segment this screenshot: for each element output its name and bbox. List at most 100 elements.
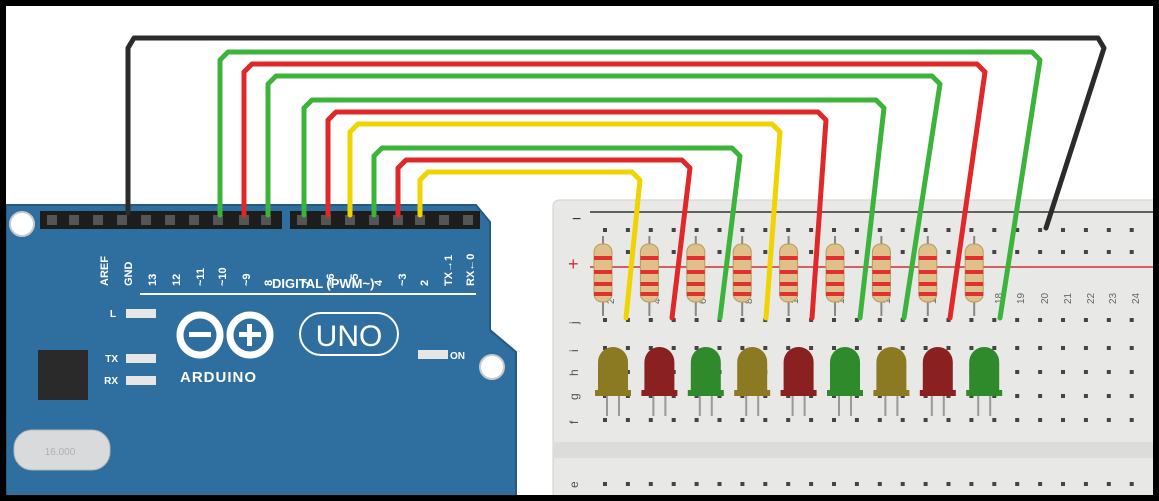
breadboard-hole[interactable] [946,482,951,486]
breadboard-hole[interactable] [763,228,768,232]
breadboard-hole[interactable] [1083,318,1088,322]
breadboard-hole[interactable] [877,346,882,350]
breadboard-hole[interactable] [694,318,699,322]
breadboard-hole[interactable] [969,482,974,486]
breadboard-hole[interactable] [1083,346,1088,350]
breadboard-hole[interactable] [717,482,722,486]
breadboard-hole[interactable] [1015,250,1020,254]
breadboard-hole[interactable] [1129,482,1134,486]
breadboard-hole[interactable] [763,482,768,486]
breadboard-hole[interactable] [1106,346,1111,350]
header-pin-socket[interactable] [189,215,199,225]
breadboard-hole[interactable] [923,482,928,486]
breadboard-hole[interactable] [671,482,676,486]
breadboard-hole[interactable] [671,250,676,254]
breadboard-hole[interactable] [809,346,814,350]
breadboard-hole[interactable] [1061,394,1065,398]
breadboard-hole[interactable] [877,228,882,232]
breadboard-hole[interactable] [1061,418,1065,422]
breadboard-hole[interactable] [763,346,768,350]
breadboard-hole[interactable] [854,346,859,350]
breadboard-hole[interactable] [694,228,699,232]
breadboard-hole[interactable] [992,318,997,322]
breadboard-hole[interactable] [900,250,905,254]
breadboard-hole[interactable] [671,418,676,422]
breadboard-hole[interactable] [1083,228,1088,232]
breadboard-hole[interactable] [1015,482,1020,486]
breadboard-hole[interactable] [1038,250,1043,254]
breadboard-hole[interactable] [740,418,745,422]
breadboard-hole[interactable] [923,318,928,322]
breadboard-hole[interactable] [763,418,768,422]
breadboard-hole[interactable] [1038,228,1043,232]
breadboard-hole[interactable] [1129,418,1134,422]
breadboard-hole[interactable] [969,228,974,232]
breadboard-hole[interactable] [854,482,859,486]
breadboard-hole[interactable] [854,250,859,254]
breadboard-hole[interactable] [992,228,997,232]
breadboard-hole[interactable] [717,228,722,232]
breadboard-hole[interactable] [1083,370,1088,374]
breadboard-hole[interactable] [1038,418,1043,422]
breadboard-hole[interactable] [625,482,630,486]
breadboard-hole[interactable] [717,346,722,350]
breadboard-hole[interactable] [671,346,676,350]
breadboard-hole[interactable] [786,418,791,422]
breadboard-hole[interactable] [877,418,882,422]
breadboard-hole[interactable] [877,318,882,322]
breadboard-hole[interactable] [603,318,607,322]
breadboard-hole[interactable] [1083,482,1088,486]
breadboard-hole[interactable] [923,418,928,422]
breadboard-hole[interactable] [1129,394,1134,398]
breadboard-hole[interactable] [809,418,814,422]
breadboard-hole[interactable] [786,346,791,350]
breadboard-hole[interactable] [786,318,791,322]
breadboard-hole[interactable] [992,482,997,486]
breadboard-hole[interactable] [740,318,745,322]
breadboard-hole[interactable] [1061,482,1065,486]
breadboard-hole[interactable] [648,418,653,422]
breadboard-hole[interactable] [1038,482,1043,486]
breadboard-hole[interactable] [1129,250,1134,254]
breadboard-hole[interactable] [1083,250,1088,254]
header-pin-socket[interactable] [463,215,473,225]
breadboard-hole[interactable] [1038,346,1043,350]
breadboard-hole[interactable] [832,318,836,322]
breadboard-hole[interactable] [625,418,630,422]
breadboard-hole[interactable] [1106,482,1111,486]
breadboard-hole[interactable] [648,318,653,322]
breadboard-hole[interactable] [1083,418,1088,422]
breadboard-hole[interactable] [923,228,928,232]
breadboard-hole[interactable] [946,418,951,422]
breadboard-hole[interactable] [1106,318,1111,322]
breadboard-hole[interactable] [969,346,974,350]
breadboard-hole[interactable] [1015,346,1020,350]
breadboard-hole[interactable] [625,346,630,350]
breadboard-hole[interactable] [832,228,836,232]
breadboard-hole[interactable] [900,346,905,350]
breadboard-hole[interactable] [992,250,997,254]
breadboard-hole[interactable] [1129,318,1134,322]
breadboard-hole[interactable] [625,250,630,254]
breadboard-hole[interactable] [809,250,814,254]
breadboard-hole[interactable] [1015,370,1020,374]
breadboard-hole[interactable] [1129,370,1134,374]
breadboard-hole[interactable] [1061,228,1065,232]
breadboard-hole[interactable] [1038,370,1043,374]
breadboard-hole[interactable] [854,418,859,422]
breadboard-hole[interactable] [946,250,951,254]
breadboard-hole[interactable] [969,418,974,422]
breadboard-hole[interactable] [1015,318,1020,322]
arduino-uno-board[interactable]: 16.000AREF GND 13 12 ~11 ~10 ~9 8 7 ~6 ~5 4 ~3 2 TX→1 R… [5,204,517,501]
breadboard-hole[interactable] [832,346,836,350]
breadboard-hole[interactable] [786,228,791,232]
breadboard-hole[interactable] [717,418,722,422]
breadboard-hole[interactable] [992,418,997,422]
breadboard-hole[interactable] [1083,394,1088,398]
breadboard-hole[interactable] [694,418,699,422]
breadboard-hole[interactable] [1061,318,1065,322]
breadboard-hole[interactable] [1061,250,1065,254]
breadboard-hole[interactable] [603,482,607,486]
breadboard-hole[interactable] [992,346,997,350]
breadboard-hole[interactable] [1106,418,1111,422]
